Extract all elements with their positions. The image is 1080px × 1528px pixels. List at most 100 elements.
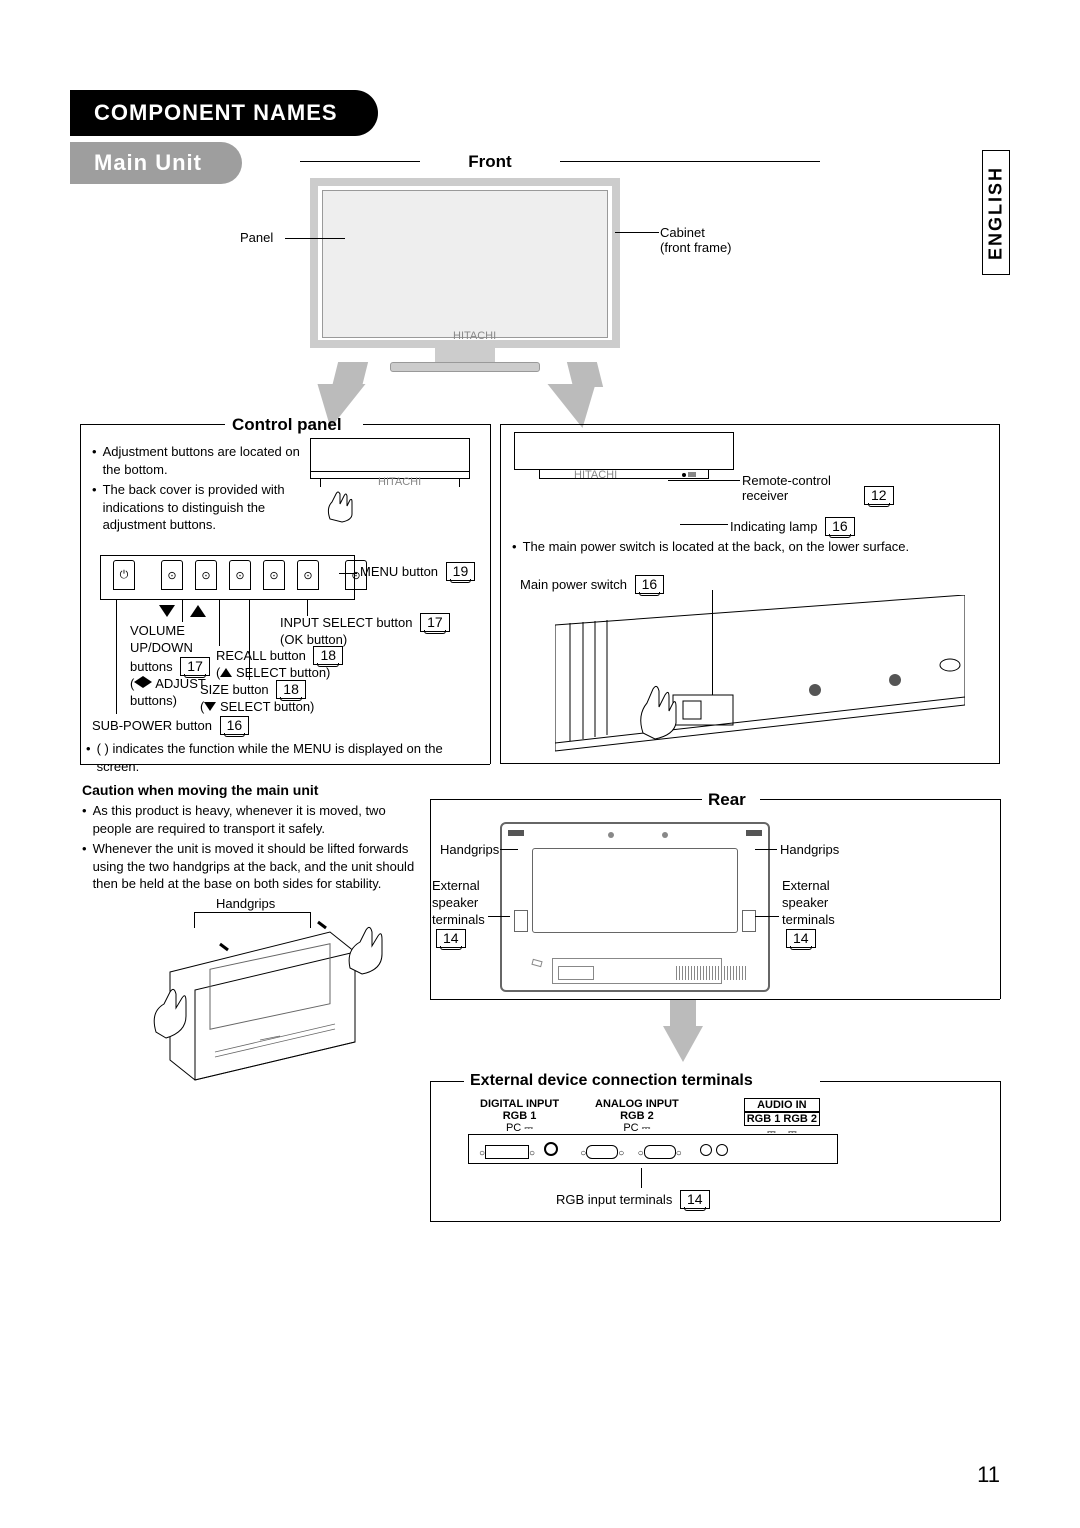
front-monitor-illustration: HITACHI <box>310 178 620 372</box>
rear-line-vr <box>1000 799 1001 999</box>
rear-detail-illustration <box>555 595 965 755</box>
rear-handgrips-left: Handgrips <box>440 842 499 857</box>
ref-17a: 17 <box>180 657 210 676</box>
is-l2: (OK button) <box>280 632 347 647</box>
ref-16c: 16 <box>635 575 665 594</box>
et-line-r <box>820 1081 1000 1082</box>
panel-leader <box>285 238 345 239</box>
ld-es-l <box>488 916 510 917</box>
menu-text: MENU button <box>360 564 438 579</box>
front-section-label: Front <box>430 152 550 172</box>
main-power-label: Main power switch 16 <box>520 575 664 594</box>
vol-l2: UP/DOWN <box>130 640 193 655</box>
es-r1: External <box>782 878 830 893</box>
ld-hg-l <box>500 849 518 850</box>
terminal-labels: DIGITAL INPUT RGB 1 PC ⎓ ANALOG INPUT RG… <box>480 1098 820 1139</box>
caution-handgrips-label: Handgrips <box>216 896 275 911</box>
control-panel-section-label: Control panel <box>232 415 342 435</box>
cp-line-r <box>363 424 490 425</box>
arrow-down-terminals <box>663 1026 703 1062</box>
es-r3: terminals <box>782 912 835 927</box>
ld-hg-r <box>755 849 777 850</box>
ref-14a: 14 <box>436 929 466 948</box>
cabinet-leader <box>615 232 659 233</box>
vol-l3: buttons <box>130 659 173 674</box>
t-pc2: PC <box>623 1122 638 1134</box>
cp-note-1: The back cover is provided with indicati… <box>103 481 302 534</box>
t-rgb1: RGB 1 <box>480 1110 559 1122</box>
size-label: SIZE button 18 (( SELECT button) SELECT … <box>200 680 314 714</box>
mp-text: Main power switch <box>520 577 627 592</box>
ld-subpower <box>116 600 117 714</box>
es-l1: External <box>432 878 480 893</box>
ld-lamp <box>680 524 728 525</box>
page-title-pill: COMPONENT NAMES <box>70 90 378 136</box>
language-tab: ENGLISH <box>982 150 1010 275</box>
arrow-stem-term <box>670 1000 696 1028</box>
input-select-label: INPUT SELECT button 17 (OK button) <box>280 613 450 647</box>
cabinet-text1: Cabinet <box>660 225 705 240</box>
cabinet-text2: (front frame) <box>660 240 732 255</box>
rear-line-b <box>430 999 1000 1000</box>
caution-illustration <box>150 912 400 1082</box>
ext-terminals-section-label: External device connection terminals <box>470 1072 753 1090</box>
sp-text: SUB-POWER button <box>92 718 212 733</box>
ld-rgb-in <box>641 1168 642 1188</box>
ld-hg-c-r <box>310 912 311 928</box>
cp-note-0: Adjustment buttons are located on the bo… <box>103 443 302 478</box>
es-l3: terminals <box>432 912 485 927</box>
remote-receiver-label: Remote-control receiver <box>742 473 831 503</box>
rear-line-r <box>760 799 1000 800</box>
rear-ext-speaker-left: External speaker terminals 14 <box>432 878 485 948</box>
input-select-button-icon: ⊙ <box>297 560 319 590</box>
front-line-right <box>560 161 820 162</box>
vol-l5: ADJUST <box>155 676 206 691</box>
caution-section: Caution when moving the main unit As thi… <box>82 782 422 896</box>
cp-monitor-bottom-illustration: HITACHI <box>310 438 470 518</box>
ref-16a: 16 <box>220 716 250 735</box>
indicating-lamp-label: Indicating lamp 16 <box>730 517 855 536</box>
t-pc1: PC <box>506 1122 521 1134</box>
ref-18a: 18 <box>313 646 343 665</box>
ld-hg-c-h <box>194 912 310 913</box>
rear-line-vl <box>430 799 431 999</box>
right-note: The main power switch is located at the … <box>512 538 992 559</box>
recall-label: RECALL button 18 (( SELECT button) SELEC… <box>216 646 343 680</box>
es-r2: speaker <box>782 895 828 910</box>
rgb-input-label: RGB input terminals 14 <box>556 1190 710 1209</box>
ld-remote <box>668 480 740 481</box>
vol-sep <box>182 600 183 622</box>
et-line-l <box>430 1081 464 1082</box>
ref-17b: 17 <box>420 613 450 632</box>
ld-es-r <box>755 916 779 917</box>
terminal-port-panel: ○○ ○○ ○○ <box>468 1134 838 1164</box>
cp-notes: Adjustment buttons are located on the bo… <box>92 443 302 537</box>
et-line-b <box>430 1221 1000 1222</box>
cabinet-label: Cabinet (front frame) <box>660 225 732 255</box>
t-rgb2: RGB 2 <box>595 1110 679 1122</box>
vol-down-tri <box>159 604 175 622</box>
button-row-box: ⏻ ⊙ ⊙ ⊙ ⊙ ⊙ ⊙ <box>100 555 355 600</box>
cp-line-vl <box>80 424 81 764</box>
right-note-text: The main power switch is located at the … <box>523 538 910 556</box>
rear-handgrips-right: Handgrips <box>780 842 839 857</box>
rr-l2: receiver <box>742 488 788 503</box>
rc-l1: RECALL button <box>216 648 306 663</box>
ref-12-wrap: 12 <box>860 486 894 505</box>
t-audio-ports: RGB 1 RGB 2 <box>744 1112 820 1126</box>
cp-line-l <box>80 424 225 425</box>
panel-label: Panel <box>240 230 273 245</box>
ref-14c: 14 <box>680 1190 710 1209</box>
sz-l1: SIZE button <box>200 682 269 697</box>
vol-down-button-icon: ⊙ <box>161 560 183 590</box>
et-line-vl <box>430 1081 431 1221</box>
vol-up-button-icon: ⊙ <box>195 560 217 590</box>
arrow-down-right <box>548 384 607 428</box>
ld-input <box>307 600 308 616</box>
ld-mainpower <box>712 590 713 695</box>
ref-12: 12 <box>864 486 894 505</box>
ld-menu-h <box>339 573 357 574</box>
sub-power-label: SUB-POWER button 16 <box>92 716 249 735</box>
caution-title: Caution when moving the main unit <box>82 782 422 798</box>
ld-recall <box>219 600 220 646</box>
